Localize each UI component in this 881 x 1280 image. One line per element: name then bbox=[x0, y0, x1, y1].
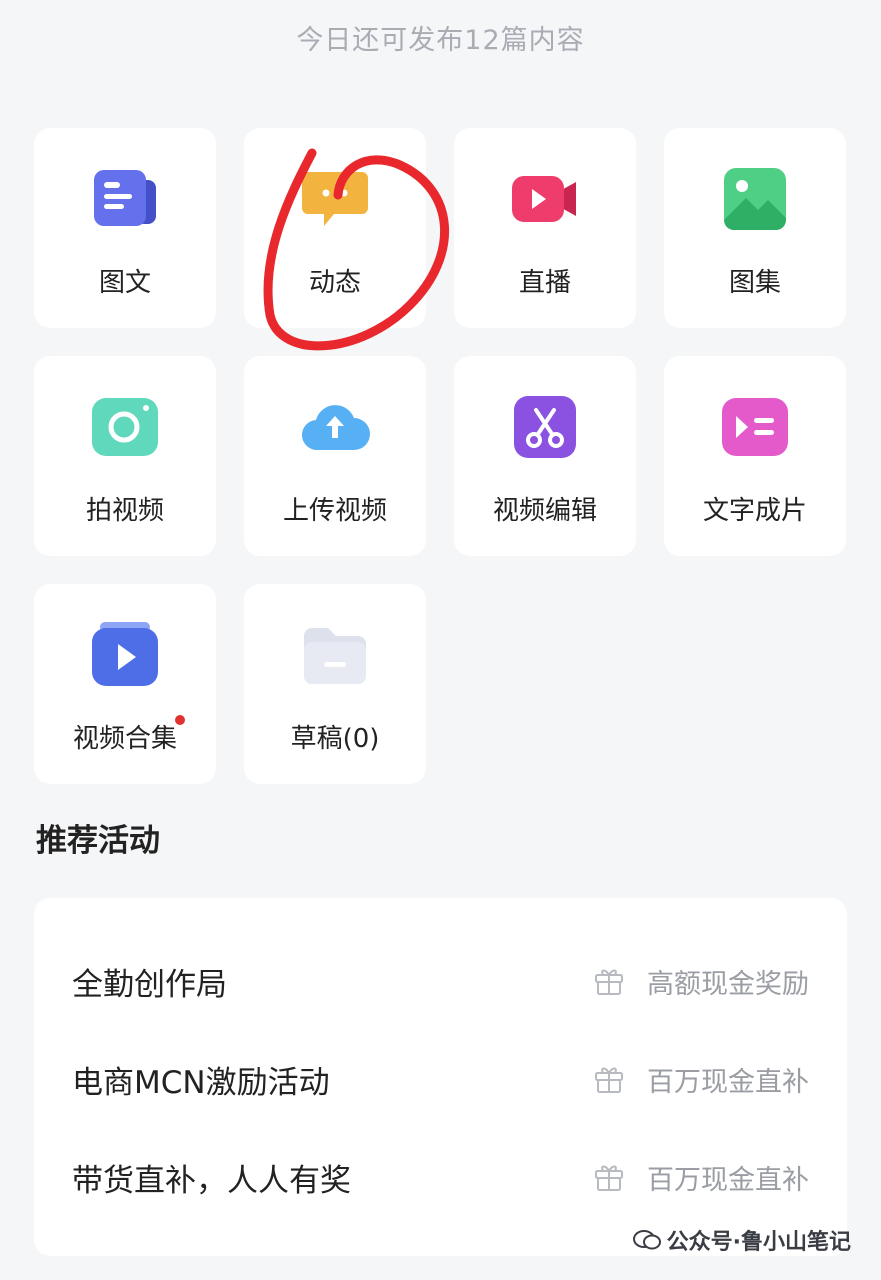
tile-label: 文字成片 bbox=[702, 496, 807, 526]
activity-reward: 百万现金直补 bbox=[647, 1066, 809, 1098]
tile-gallery[interactable]: 图集 bbox=[664, 128, 846, 328]
tile-video-edit[interactable]: 视频编辑 bbox=[454, 356, 636, 556]
gift-icon bbox=[595, 1165, 623, 1191]
activity-row[interactable]: 全勤创作局 高额现金奖励 bbox=[34, 932, 847, 1030]
video-collection-icon bbox=[90, 620, 160, 690]
article-icon bbox=[90, 164, 160, 234]
activity-row[interactable]: 电商MCN激励活动 百万现金直补 bbox=[34, 1030, 847, 1128]
tile-label: 上传视频 bbox=[282, 496, 387, 526]
tile-upload-video[interactable]: 上传视频 bbox=[244, 356, 426, 556]
create-options-grid: 图文 动态 直播 图集 拍视频 上传视频 视频编辑 文字成片 视频合集 草稿(0… bbox=[34, 128, 847, 784]
activity-reward: 高额现金奖励 bbox=[647, 968, 809, 1000]
tile-shoot-video[interactable]: 拍视频 bbox=[34, 356, 216, 556]
image-gallery-icon bbox=[720, 164, 790, 234]
tile-label: 视频合集 bbox=[72, 715, 185, 755]
folder-icon bbox=[300, 620, 370, 690]
live-camera-icon bbox=[510, 164, 580, 234]
tile-label: 动态 bbox=[308, 268, 361, 298]
camera-icon bbox=[90, 392, 160, 462]
tile-label-text: 视频合集 bbox=[72, 724, 177, 754]
publish-quota-text: 今日还可发布12篇内容 bbox=[296, 25, 585, 56]
chat-bubble-icon bbox=[300, 164, 370, 234]
recommended-activities-title: 推荐活动 bbox=[36, 823, 160, 859]
watermark: 公众号·鲁小山笔记 bbox=[632, 1224, 851, 1256]
tile-video-collection[interactable]: 视频合集 bbox=[34, 584, 216, 784]
tile-label: 图文 bbox=[98, 268, 151, 298]
gift-icon bbox=[595, 1067, 623, 1093]
activity-reward: 百万现金直补 bbox=[647, 1164, 809, 1196]
tile-label: 草稿(0) bbox=[290, 724, 380, 754]
activity-name: 带货直补，人人有奖 bbox=[72, 1162, 351, 1199]
scissors-icon bbox=[510, 392, 580, 462]
tile-live[interactable]: 直播 bbox=[454, 128, 636, 328]
text-to-video-icon bbox=[720, 392, 790, 462]
cloud-upload-icon bbox=[300, 392, 370, 462]
notification-dot bbox=[175, 715, 185, 725]
wechat-icon bbox=[632, 1230, 661, 1250]
tile-label: 直播 bbox=[518, 268, 571, 298]
tile-moments[interactable]: 动态 bbox=[244, 128, 426, 328]
tile-label: 视频编辑 bbox=[492, 496, 597, 526]
watermark-text: 公众号·鲁小山笔记 bbox=[666, 1230, 851, 1255]
gift-icon bbox=[595, 969, 623, 995]
tile-label: 图集 bbox=[728, 268, 781, 298]
activity-name: 全勤创作局 bbox=[72, 966, 227, 1003]
tile-drafts[interactable]: 草稿(0) bbox=[244, 584, 426, 784]
activity-name: 电商MCN激励活动 bbox=[72, 1064, 330, 1101]
activities-card: 全勤创作局 高额现金奖励 电商MCN激励活动 百万现金直补 带货直补，人人有奖 … bbox=[34, 898, 847, 1256]
activity-row[interactable]: 带货直补，人人有奖 百万现金直补 bbox=[34, 1128, 847, 1226]
tile-text-to-video[interactable]: 文字成片 bbox=[664, 356, 846, 556]
tile-label: 拍视频 bbox=[85, 496, 164, 526]
tile-article[interactable]: 图文 bbox=[34, 128, 216, 328]
